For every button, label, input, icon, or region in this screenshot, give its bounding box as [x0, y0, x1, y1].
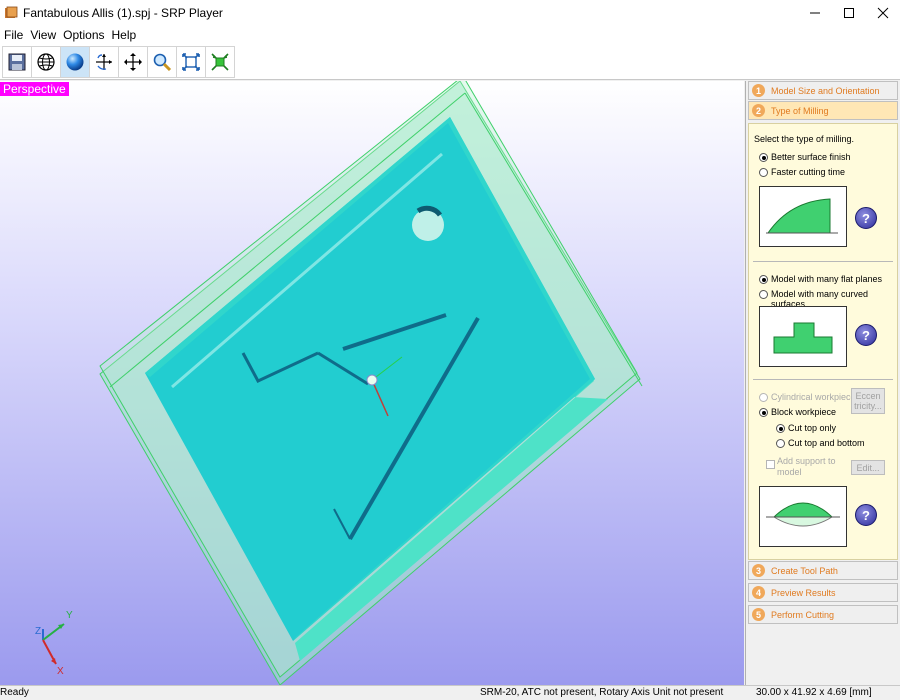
minimize-icon: [810, 12, 820, 14]
help-workpiece-button[interactable]: ?: [855, 504, 877, 526]
milling-options-pane: Select the type of milling. Better surfa…: [748, 123, 898, 560]
model-viewport[interactable]: Perspective Z Y X: [0, 81, 744, 685]
maximize-button[interactable]: [832, 0, 866, 26]
save-button[interactable]: [3, 47, 32, 77]
finish-preview-image: [759, 186, 847, 247]
status-ready: Ready: [0, 687, 29, 698]
radio-flat-planes[interactable]: [759, 275, 768, 284]
label-cut-top-bottom: Cut top and bottom: [788, 438, 865, 448]
step-preview-results[interactable]: 4 Preview Results: [748, 583, 898, 602]
menu-options[interactable]: Options: [61, 28, 109, 42]
app-icon: [5, 6, 18, 18]
radio-faster-time[interactable]: [759, 168, 768, 177]
menu-bar: File View Options Help: [0, 26, 900, 44]
toolbar: [0, 44, 900, 80]
maximize-icon: [844, 8, 854, 18]
close-icon: [877, 7, 889, 19]
wizard-panel: 1 Model Size and Orientation 2 Type of M…: [745, 81, 900, 685]
label-block: Block workpiece: [771, 407, 837, 417]
step-number-badge: 3: [752, 564, 765, 577]
step-label: Create Tool Path: [771, 565, 838, 576]
fit-extents-icon: [182, 53, 200, 71]
step-number-badge: 2: [752, 104, 765, 117]
zoom-center-icon: [211, 53, 229, 71]
status-model-dimensions: 30.00 x 41.92 x 4.69 [mm]: [756, 687, 872, 698]
sphere-shaded-icon: [66, 53, 84, 71]
zoom-magnifier-icon: [153, 53, 172, 72]
model-render: [42, 81, 643, 685]
axis-label-y: Y: [66, 610, 73, 621]
menu-view[interactable]: View: [28, 28, 61, 42]
label-faster-time: Faster cutting time: [771, 167, 846, 177]
zoom-button[interactable]: [148, 47, 177, 77]
label-better-finish: Better surface finish: [771, 152, 851, 162]
view-mode-label: Perspective: [0, 82, 69, 96]
wireframe-view-button[interactable]: [32, 47, 61, 77]
workpiece-preview-image: [759, 486, 847, 547]
step-model-size[interactable]: 1 Model Size and Orientation: [748, 81, 898, 100]
menu-help[interactable]: Help: [110, 28, 142, 42]
edit-support-button[interactable]: Edit...: [851, 460, 885, 475]
radio-better-finish[interactable]: [759, 153, 768, 162]
pan-move-icon: [124, 53, 142, 71]
window-title: Fantabulous Allis (1).spj - SRP Player: [23, 6, 223, 20]
eccentricity-label-line1: Eccen: [855, 391, 881, 401]
step-label: Perform Cutting: [771, 609, 835, 620]
radio-block[interactable]: [759, 408, 768, 417]
status-bar: Ready SRM-20, ATC not present, Rotary Ax…: [0, 685, 900, 700]
help-surface-button[interactable]: ?: [855, 324, 877, 346]
label-add-support-line2: model: [777, 467, 802, 477]
radio-curved-surfaces[interactable]: [759, 290, 768, 299]
zoom-center-button[interactable]: [206, 47, 235, 77]
radio-cylindrical[interactable]: [759, 393, 768, 402]
minimize-button[interactable]: [798, 0, 832, 26]
axis-label-z: Z: [35, 626, 42, 637]
radio-cut-top-bottom[interactable]: [776, 439, 785, 448]
close-button[interactable]: [866, 0, 900, 26]
pan-button[interactable]: [119, 47, 148, 77]
checkbox-add-support[interactable]: [766, 460, 775, 469]
eccentricity-button[interactable]: Eccen tricity...: [851, 388, 885, 414]
label-add-support-line1: Add support to: [777, 456, 836, 466]
step-number-badge: 5: [752, 608, 765, 621]
label-flat-planes: Model with many flat planes: [771, 274, 883, 284]
eccentricity-label-line2: tricity...: [854, 401, 882, 411]
step-create-tool-path[interactable]: 3 Create Tool Path: [748, 561, 898, 580]
step-label: Model Size and Orientation: [771, 85, 880, 96]
rotate-button[interactable]: [90, 47, 119, 77]
fit-button[interactable]: [177, 47, 206, 77]
step-perform-cutting[interactable]: 5 Perform Cutting: [748, 605, 898, 624]
step-number-badge: 1: [752, 84, 765, 97]
save-icon: [8, 53, 26, 71]
status-machine-info: SRM-20, ATC not present, Rotary Axis Uni…: [480, 687, 724, 698]
axis-label-x: X: [57, 666, 64, 677]
step-label: Type of Milling: [771, 105, 829, 116]
title-bar: Fantabulous Allis (1).spj - SRP Player: [0, 0, 900, 26]
globe-wireframe-icon: [37, 53, 55, 71]
radio-cut-top[interactable]: [776, 424, 785, 433]
shaded-view-button[interactable]: [61, 47, 90, 77]
label-cut-top: Cut top only: [788, 423, 837, 433]
help-finish-button[interactable]: ?: [855, 207, 877, 229]
step-number-badge: 4: [752, 586, 765, 599]
step-label: Preview Results: [771, 587, 836, 598]
step-type-of-milling[interactable]: 2 Type of Milling: [748, 101, 898, 120]
label-cylindrical: Cylindrical workpiece: [771, 392, 856, 402]
menu-file[interactable]: File: [2, 28, 28, 42]
rotate-axes-icon: [96, 54, 112, 70]
milling-prompt: Select the type of milling.: [754, 134, 855, 144]
surface-preview-image: [759, 306, 847, 367]
